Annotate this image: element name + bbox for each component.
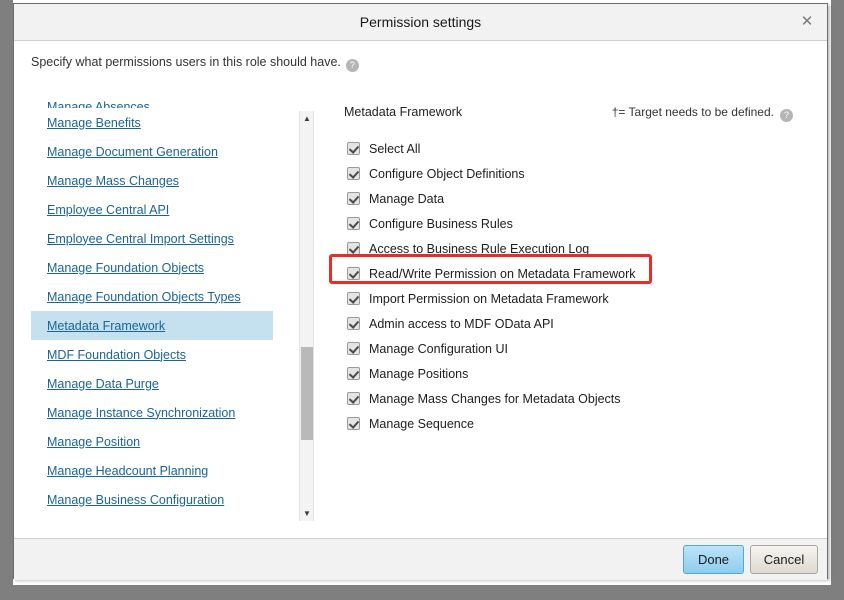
permission-settings-dialog: Permission settings ✕ Specify what permi… (13, 3, 828, 580)
target-note: †= Target needs to be defined.? (612, 105, 793, 122)
sidebar-item-manage-document-generation[interactable]: Manage Document Generation (31, 137, 316, 166)
sidebar-item-manage-foundation-objects-types[interactable]: Manage Foundation Objects Types (31, 282, 316, 311)
sidebar-item-label[interactable]: MDF Foundation Objects (47, 348, 186, 362)
help-icon[interactable]: ? (345, 59, 359, 72)
sidebar-item-label[interactable]: Employee Central API (47, 203, 169, 217)
sidebar-item-manage-data-purge[interactable]: Manage Data Purge (31, 369, 316, 398)
checkbox-checked-icon[interactable] (347, 192, 360, 205)
sidebar-item-label[interactable]: Manage Business Configuration (47, 493, 224, 507)
sidebar-item-label[interactable]: Manage Instance Synchronization (47, 406, 235, 420)
permission-category-list[interactable]: Manage Absences Manage Benefits Manage Doc… (31, 98, 316, 523)
permission-item[interactable]: Read/Write Permission on Metadata Framew… (336, 261, 811, 286)
close-icon[interactable]: ✕ (795, 11, 819, 33)
permission-item[interactable]: Manage Sequence (336, 411, 811, 436)
permission-item[interactable]: Configure Business Rules (336, 211, 811, 236)
sidebar-item-employee-central-import-settings[interactable]: Employee Central Import Settings (31, 224, 316, 253)
category-list-scrollbar[interactable]: ▲ ▼ (299, 111, 314, 521)
checkbox-checked-icon[interactable] (347, 317, 360, 330)
sidebar-item-employee-central-api[interactable]: Employee Central API (31, 195, 316, 224)
permission-item[interactable]: Access to Business Rule Execution Log (336, 236, 811, 261)
sidebar-item-label[interactable]: Manage Mass Changes (47, 174, 179, 188)
sidebar-item-label[interactable]: Manage Benefits (47, 116, 141, 130)
permission-label: Admin access to MDF OData API (369, 316, 554, 331)
permission-label: Import Permission on Metadata Framework (369, 291, 609, 306)
sidebar-item-label[interactable]: Metadata Framework (47, 319, 165, 333)
checkbox-checked-icon[interactable] (347, 392, 360, 405)
permission-panel-header: Metadata Framework †= Target needs to be… (336, 101, 811, 127)
permission-label: Read/Write Permission on Metadata Framew… (369, 266, 636, 281)
scrollbar-thumb[interactable] (301, 347, 313, 440)
checkbox-checked-icon[interactable] (347, 217, 360, 230)
scroll-down-icon[interactable]: ▼ (300, 506, 314, 521)
instruction-label: Specify what permissions users in this r… (31, 55, 341, 69)
scroll-up-icon[interactable]: ▲ (300, 111, 314, 126)
checkbox-checked-icon[interactable] (347, 167, 360, 180)
sidebar-item-manage-foundation-objects[interactable]: Manage Foundation Objects (31, 253, 316, 282)
permission-item[interactable]: Configure Object Definitions (336, 161, 811, 186)
sidebar-item-manage-absences[interactable]: Manage Absences (31, 98, 316, 108)
dialog-body: Specify what permissions users in this r… (14, 41, 827, 538)
dialog-footer: Done Cancel (14, 538, 827, 580)
checkbox-checked-icon[interactable] (347, 367, 360, 380)
permission-item[interactable]: Admin access to MDF OData API (336, 311, 811, 336)
sidebar-item-manage-instance-synchronization[interactable]: Manage Instance Synchronization (31, 398, 316, 427)
permission-item[interactable]: Manage Positions (336, 361, 811, 386)
permission-label: Access to Business Rule Execution Log (369, 241, 590, 256)
instruction-text: Specify what permissions users in this r… (31, 55, 359, 72)
checkbox-checked-icon[interactable] (347, 342, 360, 355)
sidebar-item-label[interactable]: Employee Central Import Settings (47, 232, 234, 246)
checkbox-checked-icon[interactable] (347, 142, 360, 155)
permission-item[interactable]: Select All (336, 136, 811, 161)
permission-label: Manage Sequence (369, 416, 474, 431)
done-button[interactable]: Done (683, 545, 744, 574)
sidebar-item-label[interactable]: Manage Headcount Planning (47, 464, 208, 478)
page-backdrop-bottom (0, 585, 844, 600)
category-title: Metadata Framework (344, 105, 463, 119)
sidebar-item-label[interactable]: Manage Position (47, 435, 140, 449)
cancel-button[interactable]: Cancel (750, 545, 818, 574)
target-note-label: †= Target needs to be defined. (611, 105, 774, 119)
target-help-icon[interactable]: ? (780, 109, 793, 122)
sidebar-item-mdf-foundation-objects[interactable]: MDF Foundation Objects (31, 340, 316, 369)
permission-label: Select All (369, 141, 421, 156)
checkbox-checked-icon[interactable] (347, 417, 360, 430)
permission-checkbox-list: Select All Configure Object Definitions Ma… (336, 136, 811, 436)
sidebar-item-manage-position[interactable]: Manage Position (31, 427, 316, 456)
page-backdrop-right (831, 0, 844, 600)
permission-item[interactable]: Manage Configuration UI (336, 336, 811, 361)
permission-item[interactable]: Import Permission on Metadata Framework (336, 286, 811, 311)
sidebar-item-label[interactable]: Manage Absences (47, 100, 150, 108)
checkbox-checked-icon[interactable] (347, 242, 360, 255)
permission-label: Manage Positions (369, 366, 469, 381)
sidebar-item-manage-mass-changes[interactable]: Manage Mass Changes (31, 166, 316, 195)
sidebar-item-label[interactable]: Manage Document Generation (47, 145, 218, 159)
sidebar-item-metadata-framework[interactable]: Metadata Framework (31, 311, 273, 340)
sidebar-item-label[interactable]: Manage Foundation Objects (47, 261, 204, 275)
permission-label: Configure Business Rules (369, 216, 513, 231)
sidebar-item-label[interactable]: Manage Data Purge (47, 377, 159, 391)
permission-detail-panel: Metadata Framework †= Target needs to be… (336, 101, 811, 436)
sidebar-item-manage-benefits[interactable]: Manage Benefits (31, 108, 316, 137)
permission-label: Manage Data (369, 191, 445, 206)
permission-label: Manage Configuration UI (369, 341, 508, 356)
checkbox-checked-icon[interactable] (347, 292, 360, 305)
permission-label: Configure Object Definitions (369, 166, 525, 181)
sidebar-item-manage-business-configuration[interactable]: Manage Business Configuration (31, 485, 316, 514)
sidebar-item-manage-headcount-planning[interactable]: Manage Headcount Planning (31, 456, 316, 485)
sidebar-item-label[interactable]: Manage Foundation Objects Types (47, 290, 241, 304)
permission-label: Manage Mass Changes for Metadata Objects (369, 391, 621, 406)
permission-item[interactable]: Manage Data (336, 186, 811, 211)
checkbox-checked-icon[interactable] (347, 267, 360, 280)
dialog-titlebar: Permission settings ✕ (14, 4, 827, 41)
permission-item[interactable]: Manage Mass Changes for Metadata Objects (336, 386, 811, 411)
page-backdrop-left (0, 0, 13, 600)
dialog-title: Permission settings (359, 14, 482, 30)
